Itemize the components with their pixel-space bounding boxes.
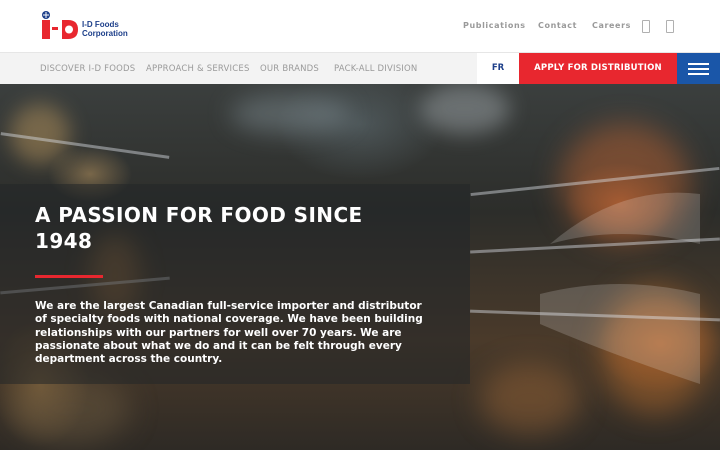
hero-title: A PASSION FOR FOOD SINCE 1948 bbox=[35, 203, 363, 253]
hamburger-menu-icon[interactable] bbox=[677, 53, 720, 84]
logo-line-1: I-D Foods bbox=[82, 20, 119, 29]
hero-banner: A PASSION FOR FOOD SINCE 1948 We are the… bbox=[0, 84, 720, 450]
language-switch-button[interactable]: FR bbox=[477, 53, 519, 84]
nav-item-approach-services[interactable]: APPROACH & SERVICES bbox=[146, 64, 250, 74]
contact-link[interactable]: Contact bbox=[538, 21, 577, 30]
hero-divider bbox=[35, 275, 103, 278]
facebook-icon[interactable] bbox=[666, 20, 674, 33]
main-nav: DISCOVER I-D FOODS APPROACH & SERVICES O… bbox=[0, 52, 720, 84]
linkedin-icon[interactable] bbox=[642, 20, 650, 33]
hero-description: We are the largest Canadian full-service… bbox=[35, 300, 423, 366]
decorative-logo-shape bbox=[540, 192, 700, 384]
careers-link[interactable]: Careers bbox=[592, 21, 631, 30]
apply-for-distribution-button[interactable]: APPLY FOR DISTRIBUTION bbox=[519, 53, 677, 84]
nav-item-discover[interactable]: DISCOVER I-D FOODS bbox=[40, 64, 135, 74]
publications-link[interactable]: Publications bbox=[463, 21, 526, 30]
top-header: I-D Foods Corporation Publications Conta… bbox=[0, 0, 720, 52]
logo-mark-icon bbox=[42, 11, 78, 39]
nav-item-pack-all[interactable]: PACK-ALL DIVISION bbox=[334, 64, 417, 74]
company-logo[interactable]: I-D Foods Corporation bbox=[40, 10, 130, 42]
nav-item-our-brands[interactable]: OUR BRANDS bbox=[260, 64, 319, 74]
logo-line-2: Corporation bbox=[82, 29, 128, 38]
logo-wordmark: I-D Foods Corporation bbox=[82, 20, 142, 38]
